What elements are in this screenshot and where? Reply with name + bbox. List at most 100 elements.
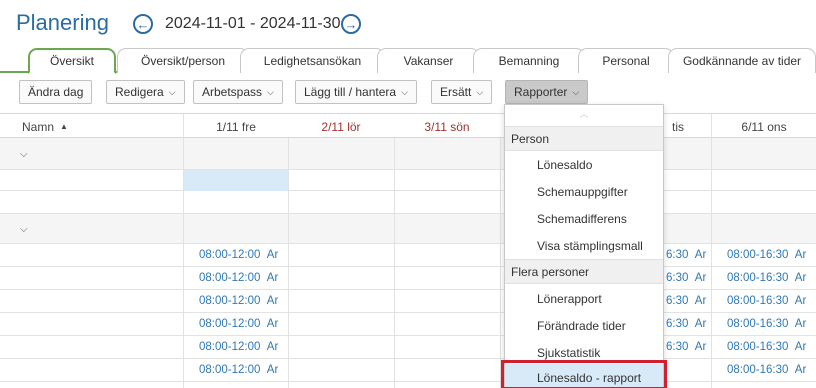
rapporter-button[interactable]: Rapporter ⌵ — [505, 80, 589, 104]
sort-ascending-icon: ▲ — [60, 122, 68, 131]
menu-item-schemadifferens[interactable]: Schemadifferens — [505, 205, 663, 232]
shift-cell[interactable]: 08:00-12:00 Ar — [199, 249, 278, 261]
rapporter-label: Rapporter — [514, 85, 568, 99]
menu-item-forandrade-tider[interactable]: Förändrade tider — [505, 312, 663, 339]
chevron-down-icon: ⌵ — [168, 86, 176, 97]
tab-vakanser[interactable]: Vakanser — [377, 48, 480, 73]
shift-time: 08:00-12:00 — [199, 318, 261, 330]
shift-cell[interactable]: 08:00-12:00 Ar — [199, 341, 278, 353]
lagg-till-button[interactable]: Lägg till / hantera ⌵ — [295, 80, 417, 104]
menu-item-lonerapport[interactable]: Lönerapport — [505, 285, 663, 312]
shift-cell[interactable]: 6:30 Ar — [666, 249, 706, 261]
ersatt-label: Ersätt — [440, 85, 472, 99]
shift-code: Ar — [794, 295, 807, 307]
shift-cell[interactable]: 6:30 Ar — [666, 272, 706, 284]
table-row — [0, 359, 816, 382]
rapporter-dropdown-menu: ︿ Person Lönesaldo Schemauppgifter Schem… — [504, 104, 664, 388]
andra-dag-label: Ändra dag — [28, 85, 84, 99]
table-row — [0, 170, 816, 191]
redigera-label: Redigera — [115, 85, 164, 99]
group-row[interactable]: ⌵ — [0, 138, 816, 170]
shift-time: 08:00-12:00 — [199, 364, 261, 376]
date-range: 2024-11-01 - 2024-11-30 — [165, 15, 341, 32]
menu-item-visa-stamplingsmall[interactable]: Visa stämplingsmall — [505, 232, 663, 259]
arrow-right-icon: → — [344, 16, 358, 32]
table-row — [0, 191, 816, 214]
tab-oversikt-person[interactable]: Översikt/person — [117, 48, 249, 73]
arrow-left-icon: ← — [136, 16, 150, 32]
column-divider — [183, 113, 184, 388]
shift-code: Ar — [266, 318, 279, 330]
chevron-down-icon: ⌵ — [401, 86, 408, 97]
shift-code: Ar — [266, 341, 279, 353]
selected-cell[interactable] — [184, 170, 288, 191]
day-header-6: 6/11 ons — [741, 119, 787, 134]
previous-period-button[interactable]: ← — [133, 14, 153, 34]
group-row[interactable]: ⌵ — [0, 214, 816, 244]
shift-cell[interactable]: 08:00-12:00 Ar — [199, 364, 278, 376]
column-divider — [394, 138, 395, 388]
shift-time: 08:00-16:30 — [727, 364, 789, 376]
scroll-up-icon[interactable]: ︿ — [505, 107, 663, 120]
tab-godkannande[interactable]: Godkännande av tider — [668, 48, 816, 73]
shift-code: Ar — [694, 249, 707, 261]
shift-cell[interactable]: 08:00-16:30 Ar — [727, 318, 806, 330]
shift-cell[interactable]: 08:00-16:30 Ar — [727, 295, 806, 307]
shift-code: Ar — [694, 295, 707, 307]
tab-bemanning[interactable]: Bemanning — [473, 48, 585, 73]
arbetspass-button[interactable]: Arbetspass ⌵ — [193, 80, 283, 104]
ersatt-button[interactable]: Ersätt ⌵ — [431, 80, 493, 104]
shift-code: Ar — [794, 364, 807, 376]
chevron-down-icon: ⌵ — [267, 86, 274, 97]
shift-time: 08:00-16:30 — [727, 249, 789, 261]
shift-code: Ar — [794, 249, 807, 261]
day-header-1: 1/11 fre — [216, 119, 256, 134]
tab-oversikt[interactable]: Översikt — [28, 48, 116, 74]
page-title: Planering — [16, 10, 109, 35]
shift-time: 6:30 — [666, 295, 689, 307]
column-divider — [288, 138, 289, 388]
shift-cell[interactable]: 08:00-12:00 Ar — [199, 295, 278, 307]
next-period-button[interactable]: → — [341, 14, 361, 34]
menu-item-lonesaldo[interactable]: Lönesaldo — [505, 151, 663, 178]
shift-code: Ar — [694, 272, 707, 284]
chevron-down-icon[interactable]: ⌵ — [20, 224, 28, 235]
shift-time: 6:30 — [666, 272, 689, 284]
shift-time: 08:00-16:30 — [727, 272, 789, 284]
shift-time: 08:00-16:30 — [727, 318, 789, 330]
shift-time: 08:00-16:30 — [727, 341, 789, 353]
shift-cell[interactable]: 08:00-16:30 Ar — [727, 249, 806, 261]
name-column-header[interactable]: Namn ▲ — [22, 114, 68, 139]
shift-time: 6:30 — [666, 249, 689, 261]
shift-time: 6:30 — [666, 341, 689, 353]
day-header-3: 3/11 sön — [424, 119, 470, 134]
section-flera-personer: Flera personer — [505, 259, 663, 284]
menu-item-schemauppgifter[interactable]: Schemauppgifter — [505, 178, 663, 205]
andra-dag-button[interactable]: Ändra dag — [19, 80, 93, 104]
shift-cell[interactable]: 08:00-12:00 Ar — [199, 318, 278, 330]
shift-cell[interactable]: 08:00-16:30 Ar — [727, 364, 806, 376]
column-divider — [711, 113, 712, 388]
shift-time: 6:30 — [666, 318, 689, 330]
shift-cell[interactable]: 08:00-12:00 Ar — [199, 272, 278, 284]
shift-code: Ar — [794, 272, 807, 284]
shift-code: Ar — [266, 249, 279, 261]
chevron-down-icon: ⌵ — [476, 86, 484, 97]
shift-cell[interactable]: 08:00-16:30 Ar — [727, 341, 806, 353]
tab-personal[interactable]: Personal — [578, 48, 674, 73]
chevron-down-icon: ⌵ — [572, 86, 580, 97]
shift-cell[interactable]: 6:30 Ar — [666, 318, 706, 330]
shift-cell[interactable]: 6:30 Ar — [666, 295, 706, 307]
highlight-box — [501, 360, 667, 388]
shift-code: Ar — [266, 272, 279, 284]
chevron-down-icon[interactable]: ⌵ — [20, 149, 28, 160]
day-header-2: 2/11 lör — [321, 119, 361, 134]
shift-cell[interactable]: 6:30 Ar — [666, 341, 706, 353]
lagg-till-label: Lägg till / hantera — [304, 85, 397, 99]
tab-ledighetsansokan[interactable]: Ledighetsansökan — [240, 48, 385, 73]
shift-code: Ar — [794, 318, 807, 330]
shift-time: 08:00-12:00 — [199, 249, 261, 261]
shift-code: Ar — [694, 341, 707, 353]
shift-cell[interactable]: 08:00-16:30 Ar — [727, 272, 806, 284]
redigera-button[interactable]: Redigera ⌵ — [106, 80, 185, 104]
